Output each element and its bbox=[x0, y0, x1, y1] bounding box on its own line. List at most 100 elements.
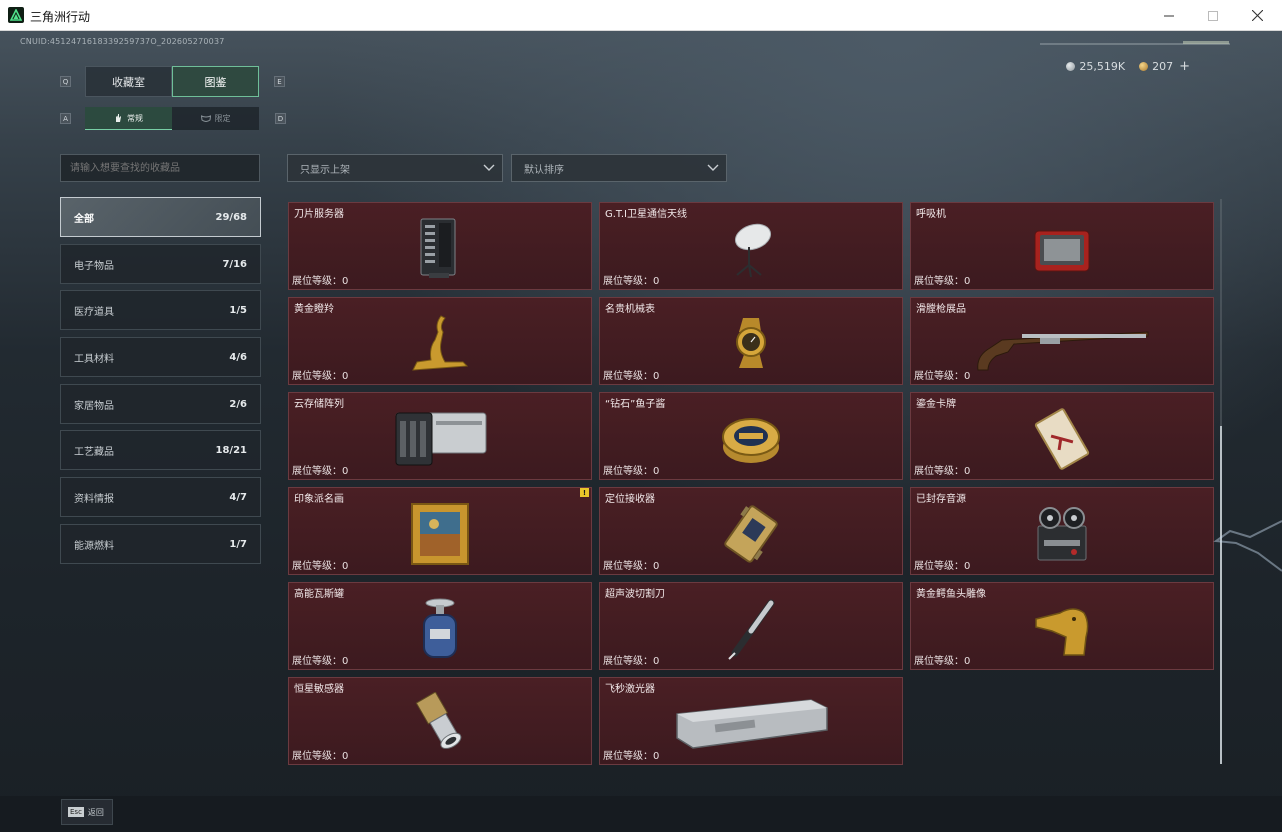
item-card[interactable]: 名贵机械表 展位等级：0 bbox=[599, 297, 903, 385]
item-card[interactable]: 定位接收器 展位等级：0 bbox=[599, 487, 903, 575]
minimize-icon[interactable] bbox=[1146, 0, 1192, 31]
category-label: 工艺藏品 bbox=[74, 446, 114, 458]
musket-icon bbox=[977, 331, 1149, 371]
item-card[interactable]: 印象派名画 ! 展位等级：0 bbox=[288, 487, 592, 575]
category-crafts[interactable]: 工艺藏品 18/21 bbox=[60, 430, 261, 470]
category-label: 资料情报 bbox=[74, 493, 114, 505]
sort-value: 默认排序 bbox=[524, 164, 564, 176]
category-tools[interactable]: 工具材料 4/6 bbox=[60, 337, 261, 377]
category-count: 18/21 bbox=[215, 444, 247, 456]
item-card[interactable]: 滑膛枪展品 展位等级：0 bbox=[910, 297, 1214, 385]
item-card[interactable]: 黄金鳄鱼头雕像 展位等级：0 bbox=[910, 582, 1214, 670]
item-level: 展位等级：0 bbox=[603, 656, 660, 667]
tab-collection-room[interactable]: 收藏室 bbox=[85, 66, 172, 97]
item-name: 呼吸机 bbox=[916, 209, 946, 220]
back-label: 返回 bbox=[87, 807, 104, 817]
item-level: 展位等级：0 bbox=[292, 561, 349, 572]
item-card[interactable]: 呼吸机 展位等级：0 bbox=[910, 202, 1214, 290]
item-card[interactable]: 高能瓦斯罐 展位等级：0 bbox=[288, 582, 592, 670]
maximize-icon[interactable] bbox=[1190, 0, 1236, 31]
item-name: 飞秒激光器 bbox=[605, 684, 655, 695]
category-electronics[interactable]: 电子物品 7/16 bbox=[60, 244, 261, 284]
category-energy[interactable]: 能源燃料 1/7 bbox=[60, 524, 261, 564]
chevron-down-icon bbox=[483, 164, 495, 171]
currency-bar: 25,519K 207 + bbox=[1066, 59, 1190, 74]
item-level: 展位等级：0 bbox=[603, 371, 660, 382]
category-count: 29/68 bbox=[215, 211, 247, 223]
item-name: 鎏金卡牌 bbox=[916, 399, 956, 410]
key-e-hint: E bbox=[274, 76, 285, 87]
hand-icon bbox=[116, 114, 121, 122]
scrollbar-thumb[interactable] bbox=[1220, 426, 1222, 764]
item-card[interactable]: 恒星敏感器 展位等级：0 bbox=[288, 677, 592, 765]
gold-currency: 207 bbox=[1139, 60, 1173, 73]
watch-icon bbox=[736, 318, 766, 368]
caviar-tin-icon bbox=[722, 418, 780, 463]
category-label: 医疗道具 bbox=[74, 306, 114, 318]
item-card[interactable]: 鎏金卡牌 展位等级：0 bbox=[910, 392, 1214, 480]
back-button[interactable]: Esc 返回 bbox=[61, 799, 113, 825]
add-currency-button[interactable]: + bbox=[1179, 59, 1190, 74]
item-level: 展位等级：0 bbox=[603, 751, 660, 762]
item-level: 展位等级：0 bbox=[292, 371, 349, 382]
subtab-normal[interactable]: 常规 bbox=[85, 107, 172, 130]
category-medical[interactable]: 医疗道具 1/5 bbox=[60, 290, 261, 330]
lightning-decoration bbox=[1213, 520, 1282, 572]
category-intel[interactable]: 资料情报 4/7 bbox=[60, 477, 261, 517]
item-card[interactable]: “钻石”鱼子酱 展位等级：0 bbox=[599, 392, 903, 480]
item-name: 刀片服务器 bbox=[294, 209, 344, 220]
item-card[interactable]: 云存储阵列 展位等级：0 bbox=[288, 392, 592, 480]
crocodile-statue-icon bbox=[1035, 608, 1089, 656]
window-title: 三角洲行动 bbox=[30, 10, 91, 24]
top-divider-accent bbox=[1183, 41, 1229, 44]
gold-amount: 207 bbox=[1152, 60, 1174, 73]
cnuid-label: CNUID:4512471618339259737O_202605270037 bbox=[20, 37, 225, 46]
category-label: 工具材料 bbox=[74, 353, 114, 365]
title-bar: 三角洲行动 bbox=[0, 0, 1282, 31]
laser-case-icon bbox=[676, 699, 828, 749]
close-icon[interactable] bbox=[1234, 0, 1280, 31]
key-a-hint: A bbox=[60, 113, 71, 124]
item-card[interactable]: 已封存音源 展位等级：0 bbox=[910, 487, 1214, 575]
item-card[interactable]: 刀片服务器 展位等级：0 bbox=[288, 202, 592, 290]
item-level: 展位等级：0 bbox=[914, 561, 971, 572]
sort-dropdown[interactable]: 默认排序 bbox=[511, 154, 727, 182]
item-card[interactable]: G.T.I卫星通信天线 展位等级：0 bbox=[599, 202, 903, 290]
category-label: 能源燃料 bbox=[74, 540, 114, 552]
item-name: 定位接收器 bbox=[605, 494, 655, 505]
item-card[interactable]: 黄金瞪羚 展位等级：0 bbox=[288, 297, 592, 385]
item-card[interactable]: 超声波切割刀 展位等级：0 bbox=[599, 582, 903, 670]
server-icon bbox=[420, 218, 456, 278]
item-name: 黄金瞪羚 bbox=[294, 304, 334, 315]
item-name: 高能瓦斯罐 bbox=[294, 589, 344, 600]
category-household[interactable]: 家居物品 2/6 bbox=[60, 384, 261, 424]
key-d-hint: D bbox=[275, 113, 286, 124]
category-all[interactable]: 全部 29/68 bbox=[60, 197, 261, 237]
subtab-normal-label: 常规 bbox=[127, 113, 143, 123]
gas-canister-icon bbox=[423, 598, 457, 658]
item-level: 展位等级：0 bbox=[292, 751, 349, 762]
display-filter-value: 只显示上架 bbox=[300, 164, 350, 176]
search-input[interactable] bbox=[60, 154, 260, 182]
item-name: 超声波切割刀 bbox=[605, 589, 665, 600]
item-name: 云存储阵列 bbox=[294, 399, 344, 410]
silver-amount: 25,519K bbox=[1079, 60, 1126, 73]
app-logo-icon bbox=[8, 7, 24, 23]
silver-currency: 25,519K bbox=[1066, 60, 1125, 73]
item-card[interactable]: 飞秒激光器 展位等级：0 bbox=[599, 677, 903, 765]
key-q-hint: Q bbox=[60, 76, 71, 87]
cutter-icon bbox=[728, 599, 775, 660]
item-level: 展位等级：0 bbox=[292, 466, 349, 477]
collection-screen: CNUID:4512471618339259737O_202605270037 … bbox=[0, 31, 1282, 832]
display-filter-dropdown[interactable]: 只显示上架 bbox=[287, 154, 503, 182]
item-level: 展位等级：0 bbox=[914, 466, 971, 477]
item-level: 展位等级：0 bbox=[914, 656, 971, 667]
category-label: 全部 bbox=[74, 213, 94, 225]
item-name: 滑膛枪展品 bbox=[916, 304, 966, 315]
tab-atlas[interactable]: 图鉴 bbox=[172, 66, 259, 97]
ventilator-icon bbox=[1034, 230, 1090, 272]
item-level: 展位等级：0 bbox=[603, 466, 660, 477]
subtab-limited[interactable]: 限定 bbox=[172, 107, 259, 130]
item-level: 展位等级：0 bbox=[914, 371, 971, 382]
mask-icon bbox=[200, 114, 211, 122]
